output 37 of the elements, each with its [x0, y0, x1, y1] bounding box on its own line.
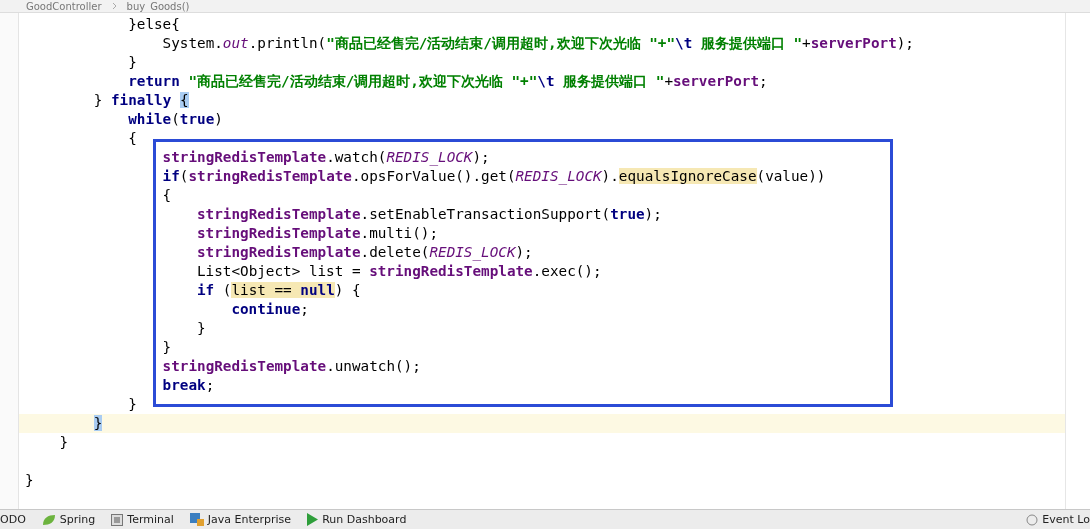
tool-window-button[interactable]: Event Lo [1026, 513, 1090, 526]
code-line: }else{ [127, 15, 181, 34]
breadcrumb-item[interactable]: GoodController [26, 0, 102, 12]
code-line: } [127, 395, 138, 414]
code-line: { [161, 186, 173, 205]
code-line: } [127, 53, 138, 72]
code-line: if (list == null) { [196, 281, 362, 300]
code-line: if(stringRedisTemplate.opsForValue().get(REDIS_LOCK).equalsIgnoreCase(value)) [161, 167, 827, 186]
code-line: continue; [230, 300, 310, 319]
tool-window-button[interactable]: Spring [41, 513, 96, 526]
code-line: return "商品已经售完/活动结束/调用超时,欢迎下次光临 "+"\t 服务提供端口 "+serverPort; [127, 72, 769, 91]
code-line: List<Object> list = stringRedisTemplate.exec(); [196, 262, 603, 281]
code-line: System.out.println("商品已经售完/活动结束/调用超时,欢迎下次光临 "+"\t 服务提供端口 "+serverPort); [161, 34, 915, 53]
code-line: } [196, 319, 207, 338]
leaf-icon [41, 513, 56, 526]
terminal-icon [111, 513, 124, 526]
code-line: stringRedisTemplate.unwatch(); [161, 357, 422, 376]
code-line: } [24, 471, 35, 490]
event-log-icon [1026, 513, 1039, 526]
tool-window-button[interactable]: ODO [0, 513, 26, 526]
code-line: break; [161, 376, 216, 395]
code-line: stringRedisTemplate.multi(); [196, 224, 439, 243]
code-line: stringRedisTemplate.setEnableTransactionSupport(true); [196, 205, 663, 224]
enterprise-icon [189, 513, 204, 526]
code-line: stringRedisTemplate.watch(REDIS_LOCK); [161, 148, 491, 167]
run-icon [307, 513, 319, 526]
breadcrumb-item[interactable]: buy_Goods() [126, 0, 190, 12]
code-line: stringRedisTemplate.delete(REDIS_LOCK); [196, 243, 534, 262]
tool-window-button[interactable]: Java Enterprise [189, 513, 292, 526]
tool-window-button[interactable]: Terminal [111, 513, 174, 526]
code-line: } finally { [92, 91, 190, 110]
code-line: { [127, 129, 138, 148]
tool-window-button[interactable]: Run Dashboard [307, 513, 407, 526]
code-line: } [58, 433, 69, 452]
code-line: while(true) [127, 110, 224, 129]
code-line: } [161, 338, 173, 357]
chevron-icon [111, 2, 117, 10]
